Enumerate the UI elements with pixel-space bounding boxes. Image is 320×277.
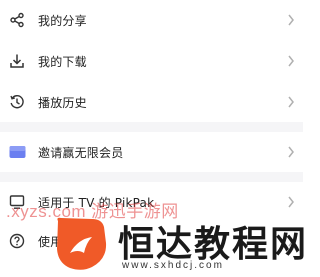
menu-item-invite-membership[interactable]: 邀请赢无限会员 (0, 132, 303, 172)
share-icon (8, 11, 26, 29)
help-icon (8, 232, 26, 250)
menu-item-label: 播放历史 (38, 95, 87, 110)
chevron-right-icon (286, 95, 296, 109)
menu-item-my-shares[interactable]: 我的分享 (0, 0, 303, 40)
watermark-logo: 恒达教程网 www.sxhdcj.com (52, 211, 306, 277)
chevron-right-icon (286, 54, 296, 68)
menu-item-label: 我的下载 (38, 54, 87, 69)
logo-icon (52, 213, 112, 273)
section-divider (0, 122, 303, 132)
download-icon (8, 52, 26, 70)
invite-card-icon (8, 143, 26, 161)
history-icon (8, 93, 26, 111)
menu-item-label: 我的分享 (38, 13, 87, 28)
chevron-right-icon (286, 195, 296, 209)
menu-item-label: 邀请赢无限会员 (38, 145, 124, 160)
chevron-right-icon (286, 13, 296, 27)
logo-url: www.sxhdcj.com (122, 260, 224, 271)
menu-item-play-history[interactable]: 播放历史 (0, 82, 303, 122)
section-divider (0, 172, 303, 182)
menu-item-my-downloads[interactable]: 我的下载 (0, 41, 303, 81)
chevron-right-icon (286, 145, 296, 159)
